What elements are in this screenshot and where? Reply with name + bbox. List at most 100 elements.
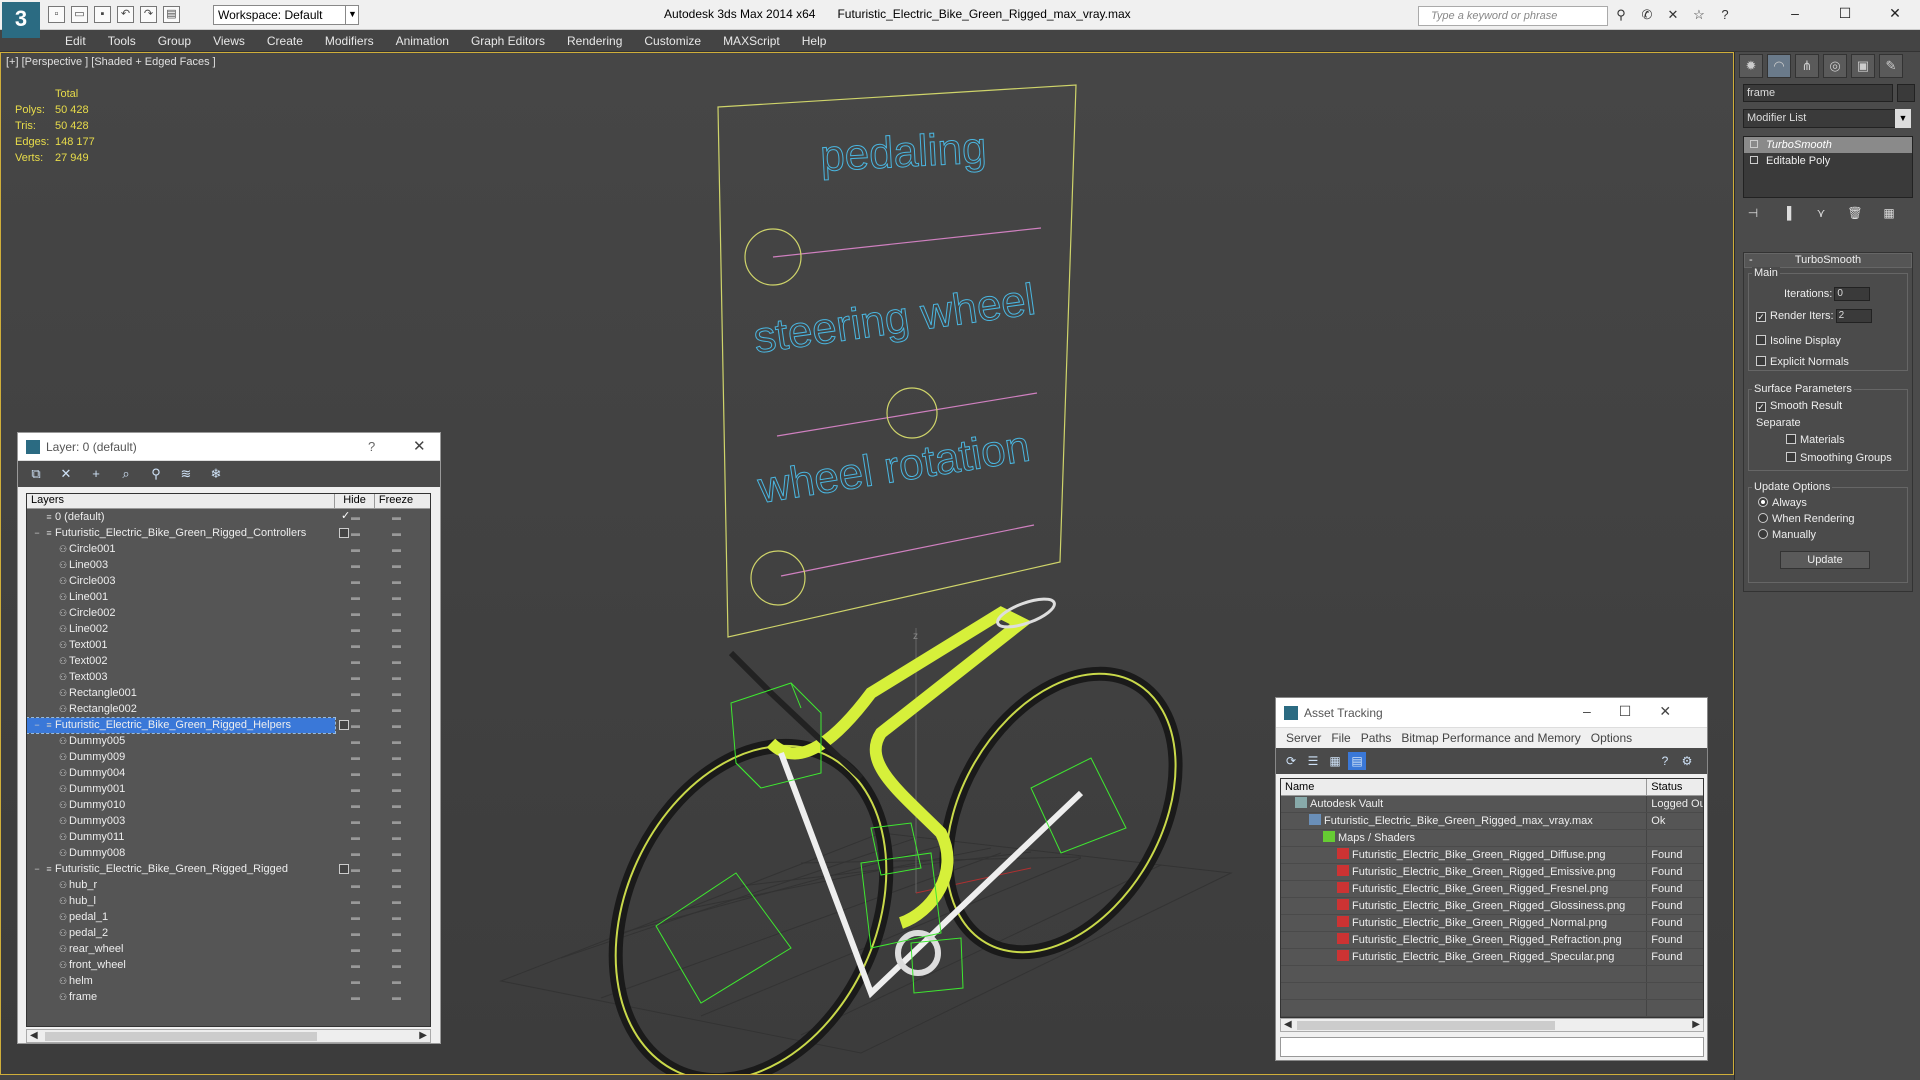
- when-rendering-radio[interactable]: [1758, 513, 1768, 523]
- freeze-toggle[interactable]: ▬: [375, 880, 417, 890]
- layer-object-row[interactable]: ⚇ hub_r ▬ ▬: [27, 877, 430, 893]
- highlight-layer-icon[interactable]: ⚲: [146, 465, 166, 483]
- tree-view-icon[interactable]: ▦: [1326, 752, 1344, 770]
- scroll-left-icon[interactable]: ◀: [30, 1030, 38, 1041]
- hide-toggle[interactable]: ▬: [335, 752, 375, 762]
- freeze-toggle[interactable]: ▬: [375, 784, 417, 794]
- manually-radio[interactable]: [1758, 529, 1768, 539]
- hide-toggle[interactable]: ▬: [335, 880, 375, 890]
- wheel-rotation-label[interactable]: wheel rotation: [753, 421, 1033, 513]
- freeze-toggle[interactable]: ▬: [375, 720, 417, 730]
- add-to-layer-icon[interactable]: +: [86, 465, 106, 483]
- freeze-toggle[interactable]: ▬: [375, 560, 417, 570]
- modifier-list-dropdown[interactable]: Modifier List: [1743, 109, 1905, 128]
- asset-row[interactable]: Futuristic_Electric_Bike_Green_Rigged_Em…: [1281, 864, 1703, 881]
- asset-row[interactable]: Autodesk Vault Logged Out: [1281, 796, 1703, 813]
- menu-tools[interactable]: Tools: [97, 30, 147, 52]
- hide-toggle[interactable]: ▬: [335, 592, 375, 602]
- freeze-toggle[interactable]: ▬: [375, 944, 417, 954]
- layer-object-row[interactable]: ⚇ Dummy008 ▬ ▬: [27, 845, 430, 861]
- column-layers[interactable]: Layers: [27, 494, 335, 508]
- current-layer-check-icon[interactable]: ✓: [341, 509, 350, 522]
- wheel-rotation-controller-circle[interactable]: [750, 550, 806, 606]
- freeze-toggle[interactable]: ▬: [375, 512, 417, 522]
- modify-tab-icon[interactable]: ◠: [1767, 54, 1791, 78]
- steering-wheel-label[interactable]: steering wheel: [750, 274, 1039, 363]
- create-tab-icon[interactable]: ✹: [1739, 54, 1763, 78]
- layer-object-row[interactable]: ⚇ pedal_2 ▬ ▬: [27, 925, 430, 941]
- layer-object-row[interactable]: ⚇ Dummy003 ▬ ▬: [27, 813, 430, 829]
- hide-toggle[interactable]: ▬: [335, 768, 375, 778]
- current-layer-checkbox[interactable]: [339, 864, 349, 874]
- layer-object-row[interactable]: ⚇ Text002 ▬ ▬: [27, 653, 430, 669]
- scroll-right-icon[interactable]: ▶: [1692, 1019, 1700, 1030]
- menu-rendering[interactable]: Rendering: [556, 30, 633, 52]
- freeze-toggle[interactable]: ▬: [375, 992, 417, 1002]
- collapse-icon[interactable]: −: [31, 526, 43, 541]
- chevron-down-icon[interactable]: ▼: [1895, 109, 1911, 128]
- render-iters-checkbox[interactable]: ✓: [1756, 311, 1766, 322]
- layer-object-row[interactable]: ⚇ hub_l ▬ ▬: [27, 893, 430, 909]
- hide-toggle[interactable]: ▬: [335, 960, 375, 970]
- freeze-toggle[interactable]: ▬: [375, 848, 417, 858]
- layer-object-row[interactable]: ⚇ Text001 ▬ ▬: [27, 637, 430, 653]
- search-input[interactable]: Type a keyword or phrase: [1418, 6, 1608, 26]
- close-icon[interactable]: ✕: [413, 437, 426, 455]
- communication-icon[interactable]: ✆: [1638, 6, 1656, 24]
- asset-row[interactable]: Futuristic_Electric_Bike_Green_Rigged_Gl…: [1281, 898, 1703, 915]
- layer-object-row[interactable]: ⚇ Circle002 ▬ ▬: [27, 605, 430, 621]
- exchange-icon[interactable]: ✕: [1664, 6, 1682, 24]
- layer-row[interactable]: − ≡ Futuristic_Electric_Bike_Green_Rigged_…: [27, 861, 430, 877]
- freeze-toggle[interactable]: ▬: [375, 912, 417, 922]
- remove-modifier-icon[interactable]: 🗑: [1845, 204, 1865, 222]
- freeze-toggle[interactable]: ▬: [375, 752, 417, 762]
- display-tab-icon[interactable]: ▣: [1851, 54, 1875, 78]
- collapse-icon[interactable]: −: [31, 718, 43, 733]
- column-hide[interactable]: Hide: [335, 494, 375, 508]
- render-iters-spinner[interactable]: 2: [1835, 309, 1872, 323]
- freeze-toggle[interactable]: ▬: [375, 528, 417, 538]
- hide-toggle[interactable]: ▬: [335, 560, 375, 570]
- menu-group[interactable]: Group: [147, 30, 202, 52]
- object-color-swatch[interactable]: [1897, 84, 1915, 102]
- vault-help-icon[interactable]: ?: [1656, 752, 1674, 770]
- asset-row[interactable]: Futuristic_Electric_Bike_Green_Rigged_Fr…: [1281, 881, 1703, 898]
- asset-row[interactable]: Futuristic_Electric_Bike_Green_Rigged_Di…: [1281, 847, 1703, 864]
- hide-toggle[interactable]: ▬: [335, 896, 375, 906]
- hide-toggle[interactable]: ▬: [335, 544, 375, 554]
- motion-tab-icon[interactable]: ◎: [1823, 54, 1847, 78]
- hide-toggle[interactable]: ▬: [335, 624, 375, 634]
- viewport-label[interactable]: [+] [Perspective ] [Shaded + Edged Faces…: [6, 56, 216, 68]
- layer-horizontal-scrollbar[interactable]: ◀ ▶: [26, 1029, 431, 1043]
- minimize-icon[interactable]: –: [1583, 703, 1591, 720]
- freeze-toggle[interactable]: ▬: [375, 864, 417, 874]
- layer-object-row[interactable]: ⚇ Dummy011 ▬ ▬: [27, 829, 430, 845]
- freeze-toggle[interactable]: ▬: [375, 624, 417, 634]
- column-status[interactable]: Status: [1647, 779, 1703, 795]
- layer-object-row[interactable]: ⚇ helm ▬ ▬: [27, 973, 430, 989]
- menu-options[interactable]: Options: [1586, 728, 1637, 748]
- layer-object-row[interactable]: ⚇ Rectangle002 ▬ ▬: [27, 701, 430, 717]
- close-button[interactable]: ✕: [1870, 0, 1920, 26]
- layer-row[interactable]: ≡ 0 (default) ✓ ▬ ▬: [27, 509, 430, 525]
- menu-create[interactable]: Create: [256, 30, 314, 52]
- layer-object-row[interactable]: ⚇ Rectangle001 ▬ ▬: [27, 685, 430, 701]
- app-logo-icon[interactable]: 3: [2, 2, 40, 38]
- menu-help[interactable]: Help: [791, 30, 838, 52]
- asset-horizontal-scrollbar[interactable]: ◀ ▶: [1280, 1018, 1704, 1032]
- hide-toggle[interactable]: ▬: [335, 784, 375, 794]
- freeze-toggle[interactable]: ▬: [375, 816, 417, 826]
- freeze-toggle[interactable]: ▬: [375, 576, 417, 586]
- current-layer-checkbox[interactable]: [339, 720, 349, 730]
- hide-toggle[interactable]: ▬: [335, 704, 375, 714]
- hide-toggle[interactable]: ▬: [335, 656, 375, 666]
- utilities-tab-icon[interactable]: ✎: [1879, 54, 1903, 78]
- materials-checkbox[interactable]: [1786, 434, 1796, 444]
- freeze-toggle[interactable]: ▬: [375, 832, 417, 842]
- layer-row[interactable]: − ≡ Futuristic_Electric_Bike_Green_Rigged_…: [27, 716, 430, 734]
- minimize-button[interactable]: –: [1770, 0, 1820, 26]
- always-radio[interactable]: [1758, 497, 1768, 507]
- freeze-toggle[interactable]: ▬: [375, 640, 417, 650]
- favorites-star-icon[interactable]: ☆: [1690, 6, 1708, 24]
- pedaling-slider-line[interactable]: [772, 227, 1042, 258]
